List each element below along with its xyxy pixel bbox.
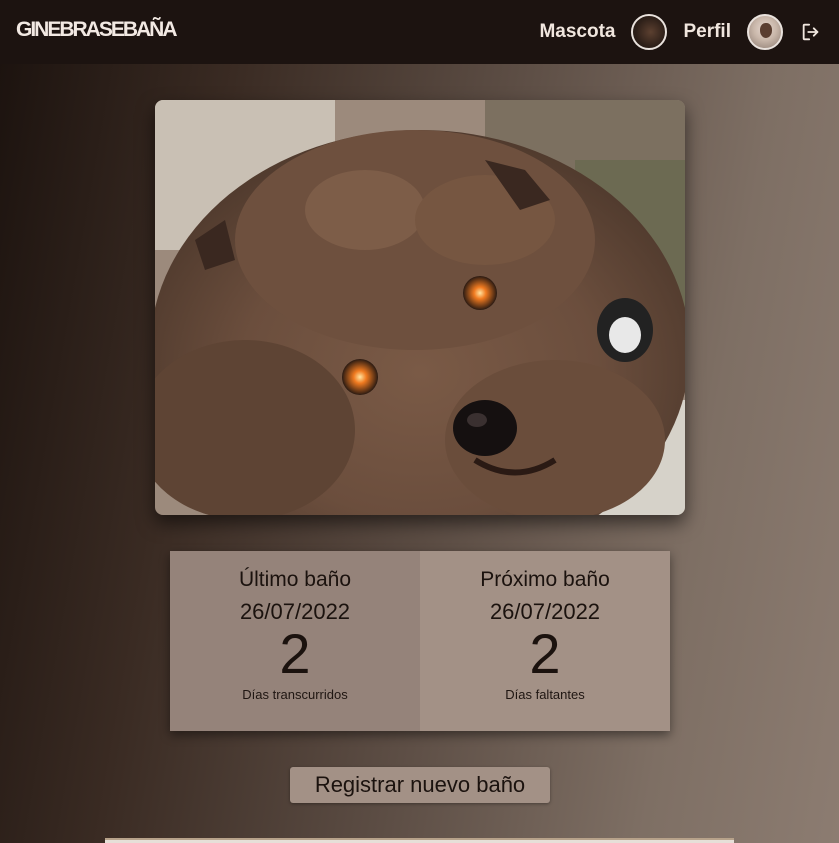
- days-elapsed-label: Días transcurridos: [242, 687, 348, 702]
- brand-logo[interactable]: GINEBRASEBAÑA: [16, 18, 178, 42]
- next-bath-panel: Próximo baño 26/07/2022 2 Días faltantes: [420, 551, 670, 731]
- bottom-panel-edge: [105, 838, 734, 843]
- days-elapsed-count: 2: [279, 622, 311, 685]
- register-bath-button[interactable]: Registrar nuevo baño: [290, 767, 550, 803]
- last-bath-panel: Último baño 26/07/2022 2 Días transcurri…: [170, 551, 420, 731]
- pet-photo: [155, 100, 685, 515]
- bath-stats-card: Último baño 26/07/2022 2 Días transcurri…: [170, 551, 670, 731]
- top-navbar: GINEBRASEBAÑA Mascota Perfil: [0, 0, 839, 64]
- nav-right-group: Mascota Perfil: [539, 14, 823, 50]
- days-remaining-label: Días faltantes: [505, 687, 585, 702]
- logout-icon[interactable]: [799, 20, 823, 44]
- nav-pet-link[interactable]: Mascota: [539, 21, 615, 43]
- next-bath-title: Próximo baño: [480, 568, 610, 591]
- last-bath-title: Último baño: [238, 568, 352, 591]
- pet-avatar[interactable]: [631, 14, 668, 50]
- user-avatar[interactable]: [747, 14, 783, 50]
- days-remaining-count: 2: [529, 622, 561, 685]
- nav-profile-link[interactable]: Perfil: [683, 21, 731, 43]
- dog-photo-icon: [155, 100, 685, 515]
